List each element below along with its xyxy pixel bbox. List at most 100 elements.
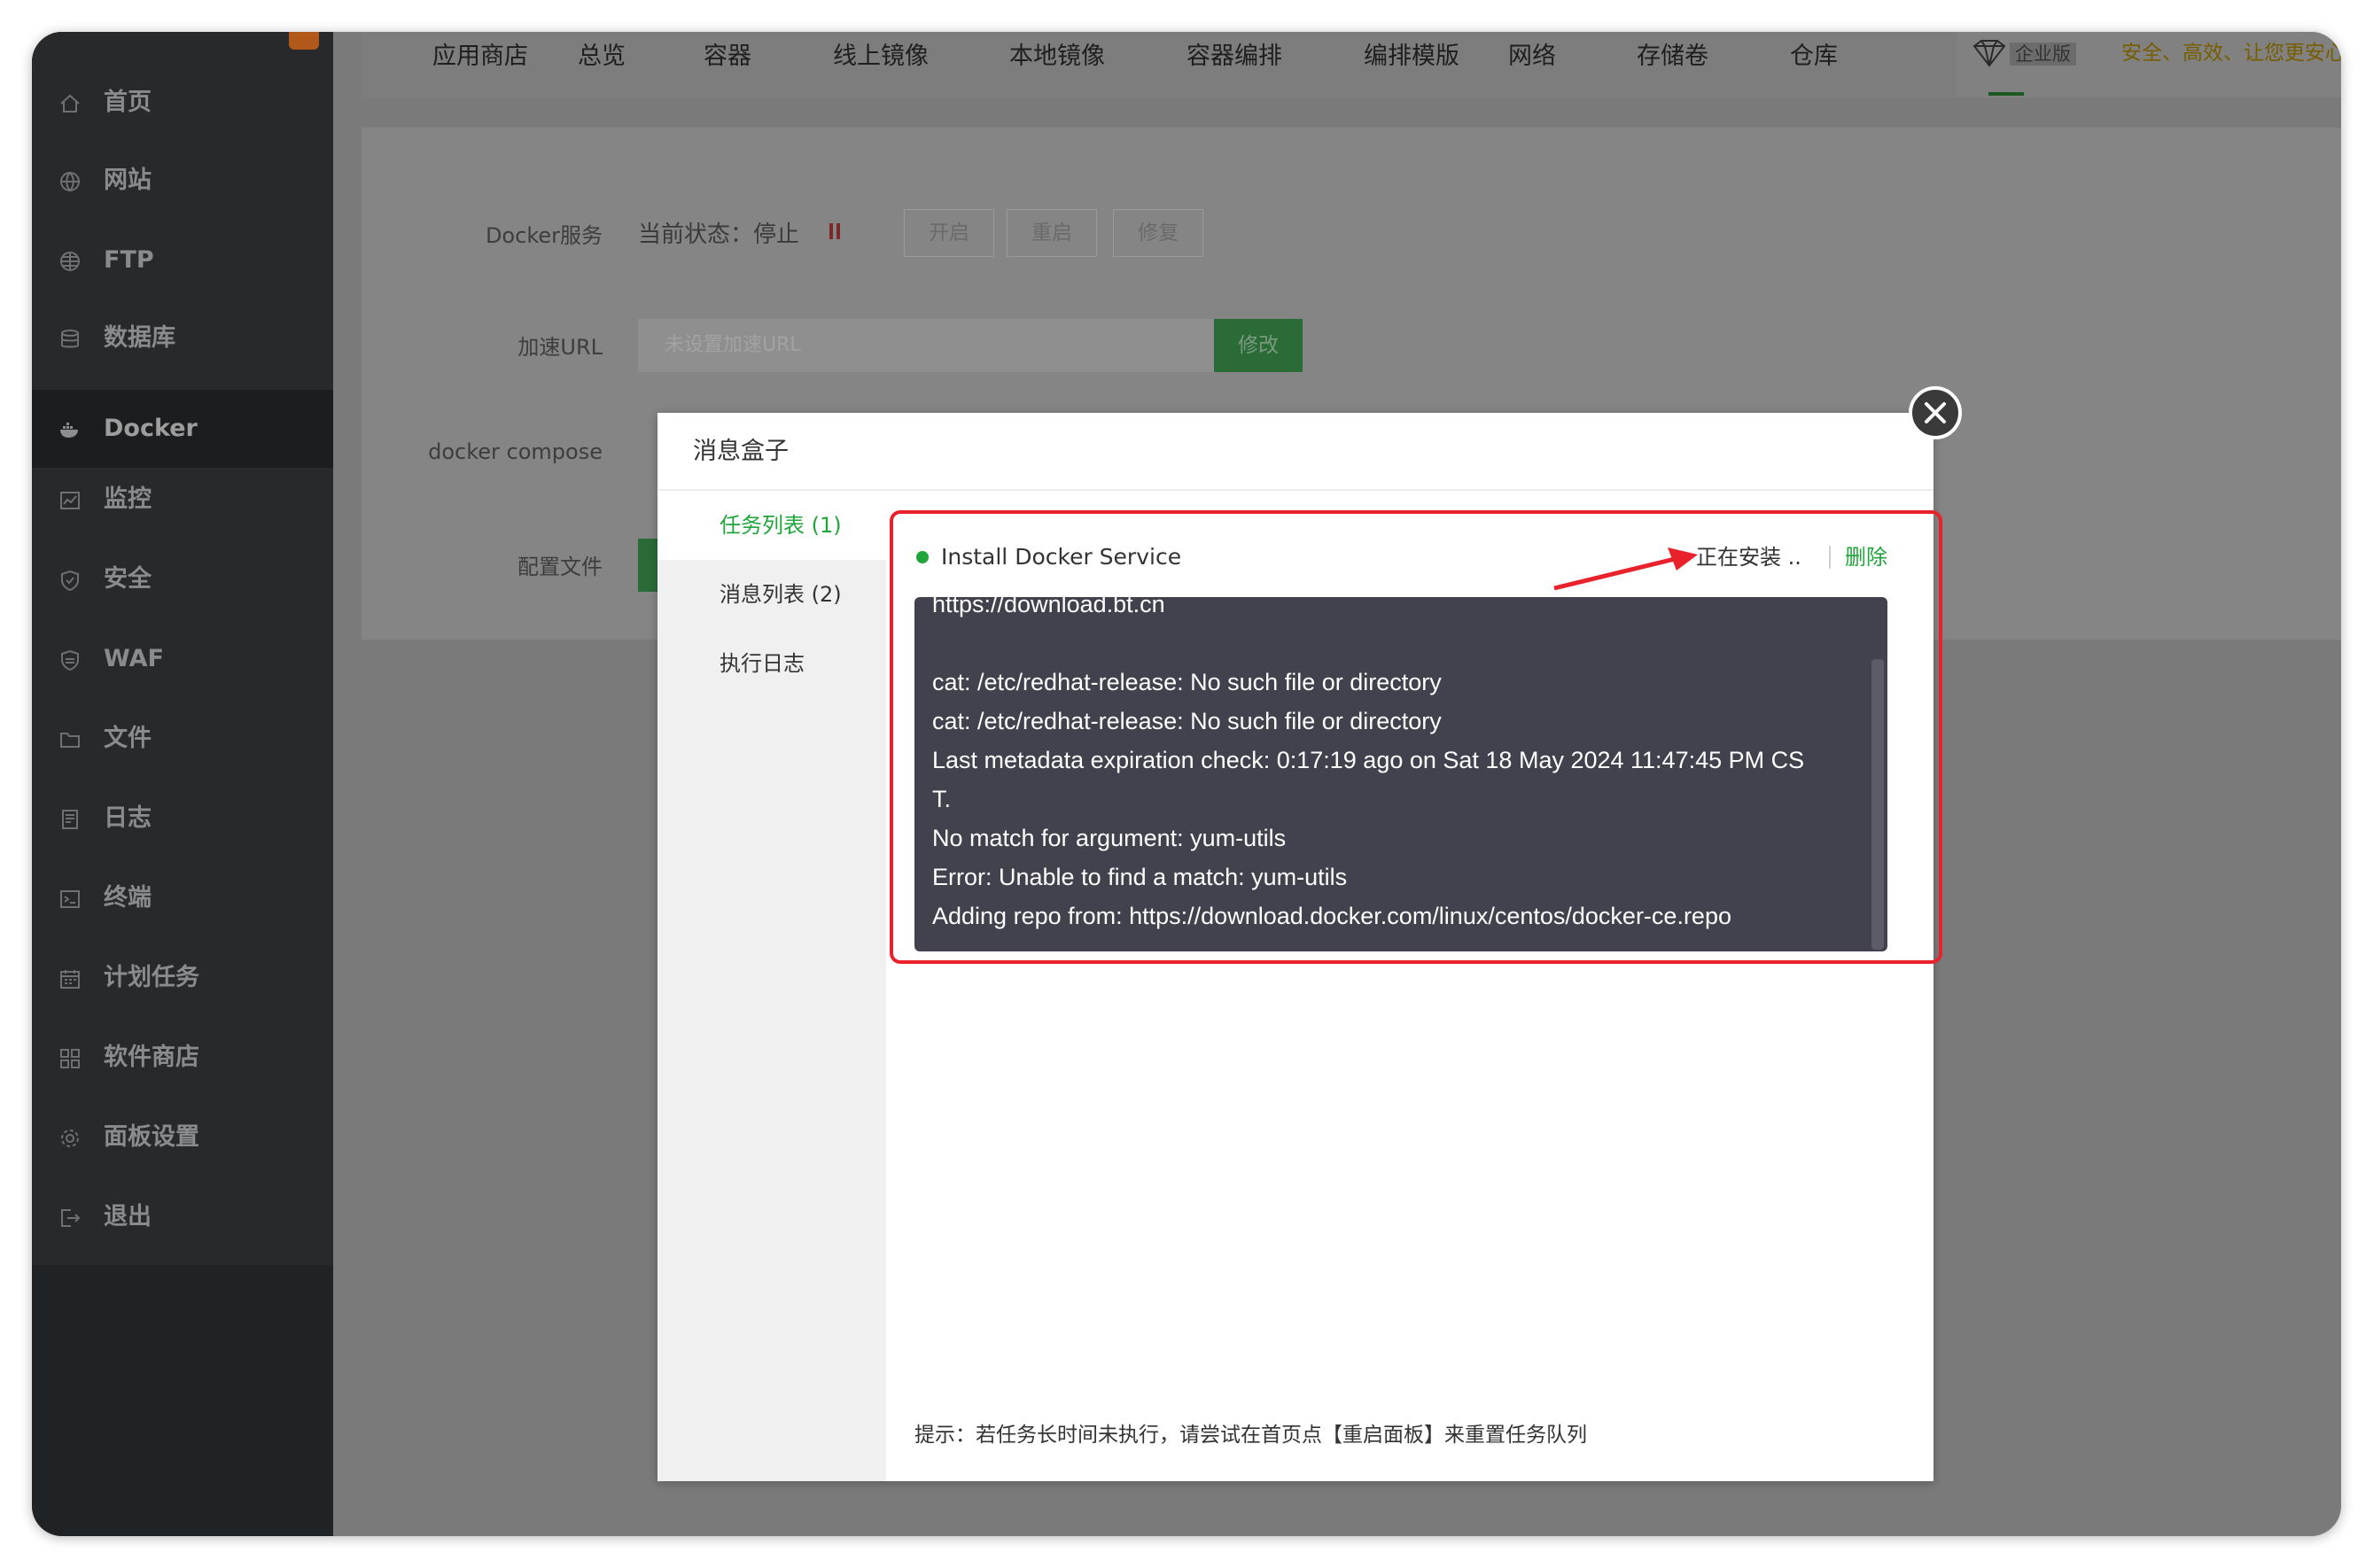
sidebar-item-label: 软件商店	[104, 1044, 199, 1071]
config-file-label: 配置文件	[517, 555, 603, 579]
sidebar-item-security[interactable]: 安全	[32, 540, 333, 618]
delete-task-link[interactable]: 删除	[1845, 542, 1887, 572]
tab-containers[interactable]: 容器	[704, 32, 751, 83]
log-icon	[58, 808, 82, 831]
start-service-button[interactable]: 开启	[904, 209, 994, 257]
sidebar-item-settings[interactable]: 面板设置	[32, 1098, 333, 1176]
waf-shield-icon	[58, 648, 82, 671]
app-window: 首页 网站 FTP 数据库 Docker 监控 安全 WAF 文件 日志 终端 …	[32, 32, 2341, 1536]
enterprise-banner[interactable]: 企业版 安全、高效、让您更安心	[1957, 32, 2341, 97]
mirror-url-label: 加速URL	[517, 335, 603, 360]
sidebar-item-label: WAF	[104, 645, 164, 672]
service-status-text: 当前状态：停止	[638, 221, 800, 248]
sidebar-item-label: 安全	[104, 565, 152, 593]
apps-grid-icon	[58, 1047, 82, 1070]
globe-icon	[58, 170, 82, 193]
sidebar-item-label: 文件	[104, 725, 152, 752]
task-name: Install Docker Service	[941, 544, 1182, 570]
sidebar-item-docker[interactable]: Docker	[32, 390, 333, 468]
monitor-icon	[58, 489, 82, 512]
sidebar-item-logout[interactable]: 退出	[32, 1178, 333, 1256]
terminal-icon	[58, 888, 82, 911]
sidebar-item-label: 数据库	[104, 324, 175, 352]
message-box-dialog: 消息盒子 任务列表 (1) 消息列表 (2) 执行日志 Install Dock…	[657, 413, 1942, 1481]
notification-badge[interactable]	[289, 32, 319, 50]
tab-network[interactable]: 网络	[1508, 32, 1556, 83]
top-tab-bar: 应用商店 总览 容器 线上镜像 本地镜像 容器编排 编排模版 网络 存储卷 仓库…	[362, 32, 2341, 97]
docker-compose-label: docker compose	[428, 439, 603, 464]
sidebar-item-label: 退出	[104, 1203, 152, 1230]
tab-overview[interactable]: 总览	[578, 32, 626, 83]
restart-service-button[interactable]: 重启	[1007, 209, 1097, 257]
calendar-icon	[58, 967, 82, 990]
sidebar-item-monitor[interactable]: 监控	[32, 461, 333, 539]
sidebar-item-waf[interactable]: WAF	[32, 620, 333, 698]
docker-service-label: Docker服务	[485, 223, 603, 248]
enterprise-slogan: 安全、高效、让您更安心	[2121, 42, 2341, 65]
stopped-indicator-icon	[836, 223, 840, 239]
log-lines: https://download.bt.cn cat: /etc/redhat-…	[932, 597, 1847, 935]
tab-app-store[interactable]: 应用商店	[432, 32, 528, 83]
dialog-title: 消息盒子	[693, 438, 789, 465]
sidebar-item-cron[interactable]: 计划任务	[32, 939, 333, 1017]
log-scrollbar[interactable]	[1871, 659, 1884, 950]
sidebar-item-app-store[interactable]: 软件商店	[32, 1019, 333, 1097]
tab-message-list[interactable]: 消息列表 (2)	[657, 560, 886, 629]
sidebar-item-label: 日志	[104, 804, 152, 832]
tab-orchestration[interactable]: 容器编排	[1186, 32, 1282, 83]
dialog-sidebar: 任务列表 (1) 消息列表 (2) 执行日志	[657, 491, 886, 1481]
sidebar-item-files[interactable]: 文件	[32, 700, 333, 778]
sidebar-item-database[interactable]: 数据库	[32, 299, 333, 377]
diamond-icon	[1969, 39, 2010, 69]
modify-mirror-button[interactable]: 修改	[1214, 319, 1303, 372]
tab-templates[interactable]: 编排模版	[1364, 32, 1459, 83]
close-dialog-button[interactable]	[1909, 386, 1962, 439]
active-tab-indicator	[1988, 92, 2024, 96]
task-log-console[interactable]: https://download.bt.cn cat: /etc/redhat-…	[914, 597, 1887, 951]
sidebar-item-label: FTP	[104, 246, 154, 274]
sidebar-item-home[interactable]: 首页	[32, 64, 333, 142]
database-icon	[58, 328, 82, 351]
enterprise-tag: 企业版	[2010, 43, 2076, 66]
sidebar-item-label: 监控	[104, 485, 152, 513]
close-icon	[1925, 402, 1946, 423]
log-line: cat: /etc/redhat-release: No such file o…	[932, 669, 1442, 695]
folder-icon	[58, 728, 82, 751]
sidebar: 首页 网站 FTP 数据库 Docker 监控 安全 WAF 文件 日志 终端 …	[32, 32, 333, 1536]
sidebar-item-terminal[interactable]: 终端	[32, 859, 333, 937]
gear-icon	[58, 1127, 82, 1150]
tab-execution-log[interactable]: 执行日志	[657, 629, 886, 698]
mirror-url-input[interactable]: 未设置加速URL	[638, 319, 1214, 372]
log-line: Last metadata expiration check: 0:17:19 …	[932, 747, 1805, 773]
log-line: https://download.bt.cn	[932, 597, 1165, 617]
sidebar-item-logs[interactable]: 日志	[32, 780, 333, 858]
sidebar-menu: 首页 网站 FTP 数据库 Docker 监控 安全 WAF 文件 日志 终端 …	[32, 32, 333, 1265]
divider	[1829, 546, 1831, 569]
sidebar-item-label: 计划任务	[104, 964, 199, 991]
brand-area	[32, 32, 333, 67]
sidebar-item-ftp[interactable]: FTP	[32, 221, 333, 299]
dialog-header: 消息盒子	[657, 413, 1933, 491]
sidebar-item-label: Docker	[104, 415, 198, 442]
task-status: 正在安装 ..	[1696, 545, 1801, 570]
tab-volumes[interactable]: 存储卷	[1637, 32, 1708, 83]
tab-local-images[interactable]: 本地镜像	[1009, 32, 1105, 83]
sidebar-item-website[interactable]: 网站	[32, 142, 333, 220]
sidebar-item-label: 终端	[104, 884, 152, 912]
shield-icon	[58, 569, 82, 592]
task-running-dot	[916, 551, 929, 563]
sidebar-item-label: 面板设置	[104, 1123, 199, 1151]
repair-service-button[interactable]: 修复	[1113, 209, 1203, 257]
stopped-indicator-icon	[829, 223, 833, 239]
tab-registry[interactable]: 仓库	[1790, 32, 1838, 83]
logout-icon	[58, 1207, 82, 1230]
tab-online-images[interactable]: 线上镜像	[833, 32, 929, 83]
log-line: T.	[932, 786, 952, 812]
log-line: Adding repo from: https://download.docke…	[932, 903, 1731, 929]
tab-task-list[interactable]: 任务列表 (1)	[657, 491, 886, 560]
home-icon	[58, 92, 82, 115]
log-line: cat: /etc/redhat-release: No such file o…	[932, 708, 1442, 734]
sidebar-item-label: 首页	[104, 89, 152, 116]
log-line: Error: Unable to find a match: yum-utils	[932, 864, 1348, 890]
